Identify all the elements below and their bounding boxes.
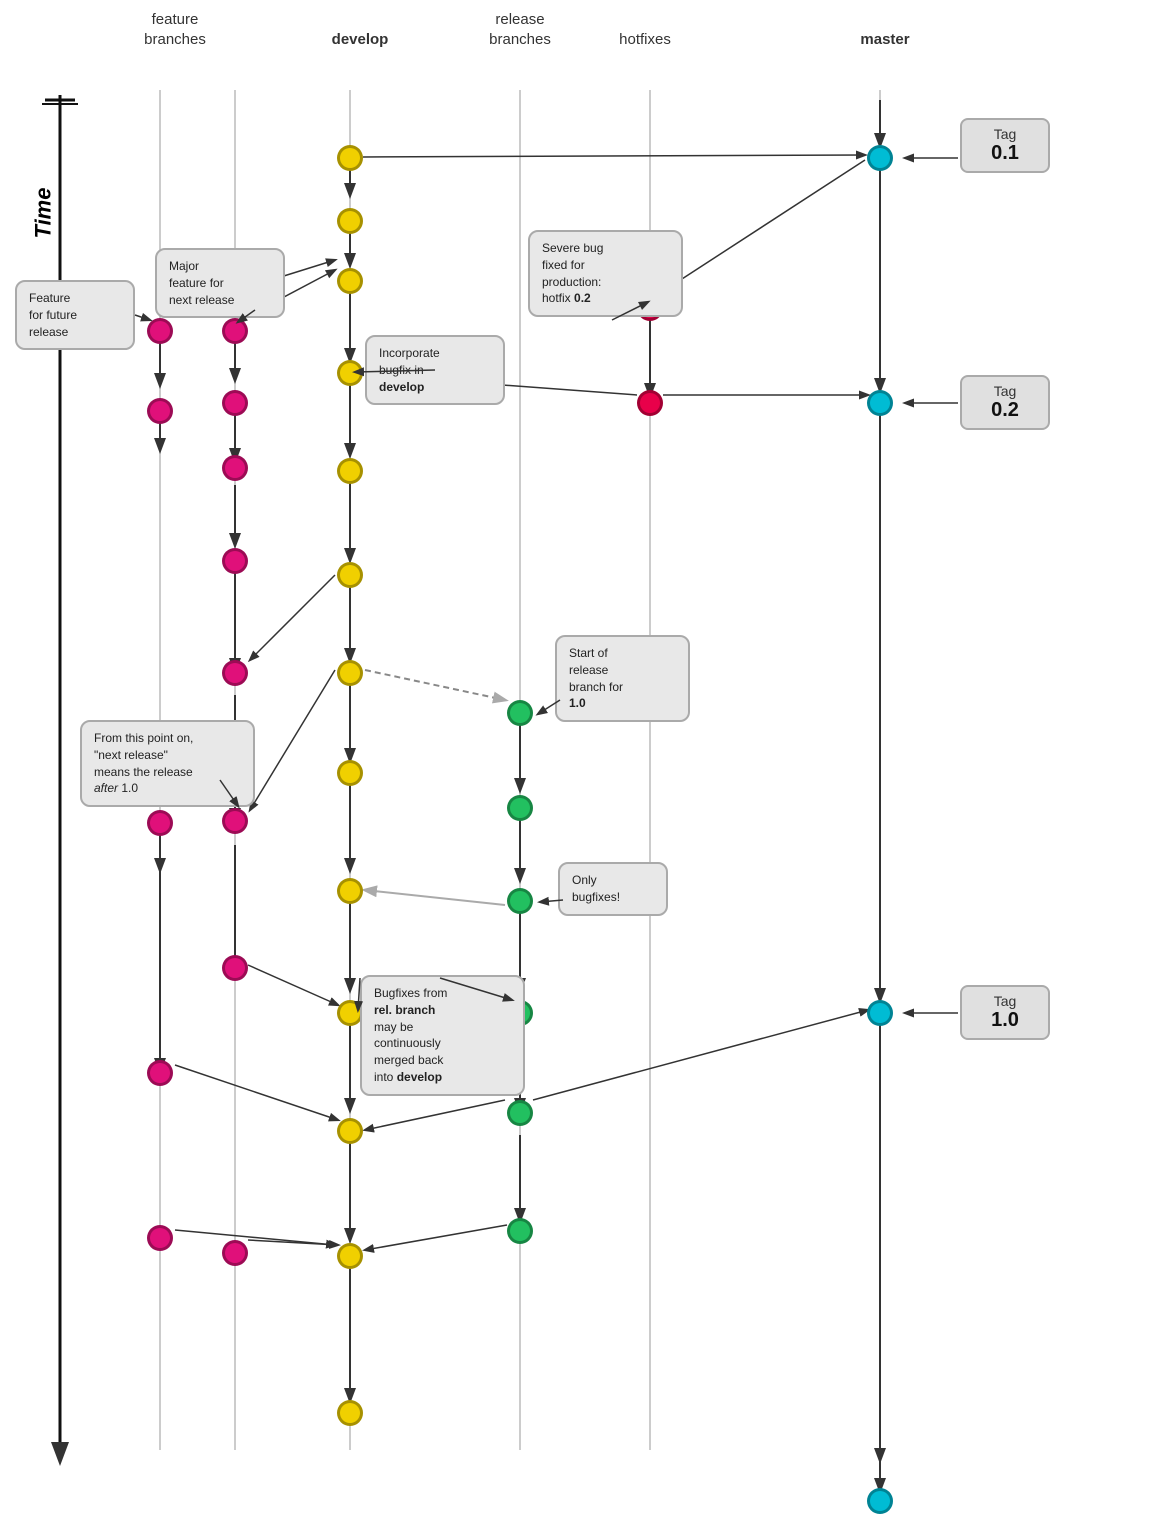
develop-node-13 bbox=[337, 1400, 363, 1426]
feature2-node-1 bbox=[222, 318, 248, 344]
feature2-node-6 bbox=[222, 808, 248, 834]
tag-version-10: 1.0 bbox=[976, 1009, 1034, 1032]
develop-node-9 bbox=[337, 878, 363, 904]
release-node-6 bbox=[507, 1218, 533, 1244]
master-node-bottom bbox=[867, 1488, 893, 1514]
feature1-node-3 bbox=[147, 810, 173, 836]
develop-node-6 bbox=[337, 562, 363, 588]
feature2-node-7 bbox=[222, 955, 248, 981]
header-feature-branches: featurebranches bbox=[120, 10, 230, 49]
header-release-branches: releasebranches bbox=[465, 10, 575, 49]
release-node-2 bbox=[507, 795, 533, 821]
release-node-5 bbox=[507, 1100, 533, 1126]
callout-major-feature: Majorfeature fornext release bbox=[155, 248, 285, 318]
callout-start-release: Start ofreleasebranch for1.0 bbox=[555, 635, 690, 722]
callout-feature-future: Featurefor futurerelease bbox=[15, 280, 135, 350]
header-develop: develop bbox=[320, 30, 400, 50]
develop-node-11 bbox=[337, 1118, 363, 1144]
callout-bugfixes-from-rel: Bugfixes fromrel. branchmay becontinuous… bbox=[360, 975, 525, 1096]
tag-version-01: 0.1 bbox=[976, 142, 1034, 165]
header-hotfixes: hotfixes bbox=[605, 30, 685, 50]
master-node-02 bbox=[867, 390, 893, 416]
feature1-node-5 bbox=[147, 1225, 173, 1251]
master-node-10 bbox=[867, 1000, 893, 1026]
tag-box-02: Tag 0.2 bbox=[960, 375, 1050, 430]
feature1-node-4 bbox=[147, 1060, 173, 1086]
develop-node-7 bbox=[337, 660, 363, 686]
release-node-3 bbox=[507, 888, 533, 914]
develop-node-3 bbox=[337, 268, 363, 294]
develop-node-5 bbox=[337, 458, 363, 484]
develop-node-2 bbox=[337, 208, 363, 234]
feature2-node-8 bbox=[222, 1240, 248, 1266]
feature2-node-5 bbox=[222, 660, 248, 686]
tag-box-01: Tag 0.1 bbox=[960, 118, 1050, 173]
develop-node-4 bbox=[337, 360, 363, 386]
header-master: master bbox=[845, 30, 925, 50]
feature1-node-2 bbox=[147, 398, 173, 424]
feature2-node-4 bbox=[222, 548, 248, 574]
hotfix-node-2 bbox=[637, 390, 663, 416]
time-label: Time bbox=[30, 188, 56, 239]
develop-node-12 bbox=[337, 1243, 363, 1269]
callout-incorporate-bugfix: Incorporatebugfix indevelop bbox=[365, 335, 505, 405]
tag-label-10: Tag bbox=[976, 993, 1034, 1009]
release-node-1 bbox=[507, 700, 533, 726]
callout-severe-bug: Severe bugfixed forproduction:hotfix 0.2 bbox=[528, 230, 683, 317]
tag-box-10: Tag 1.0 bbox=[960, 985, 1050, 1040]
tag-label-01: Tag bbox=[976, 126, 1034, 142]
callout-only-bugfixes: Onlybugfixes! bbox=[558, 862, 668, 916]
tag-label-02: Tag bbox=[976, 383, 1034, 399]
master-node-01 bbox=[867, 145, 893, 171]
develop-node-8 bbox=[337, 760, 363, 786]
feature2-node-2 bbox=[222, 390, 248, 416]
diagram-container: featurebranches develop releasebranches … bbox=[0, 0, 1150, 1524]
feature1-node-1 bbox=[147, 318, 173, 344]
feature2-node-3 bbox=[222, 455, 248, 481]
tag-version-02: 0.2 bbox=[976, 399, 1034, 422]
callout-from-this-point: From this point on,"next release"means t… bbox=[80, 720, 255, 807]
develop-node-1 bbox=[337, 145, 363, 171]
